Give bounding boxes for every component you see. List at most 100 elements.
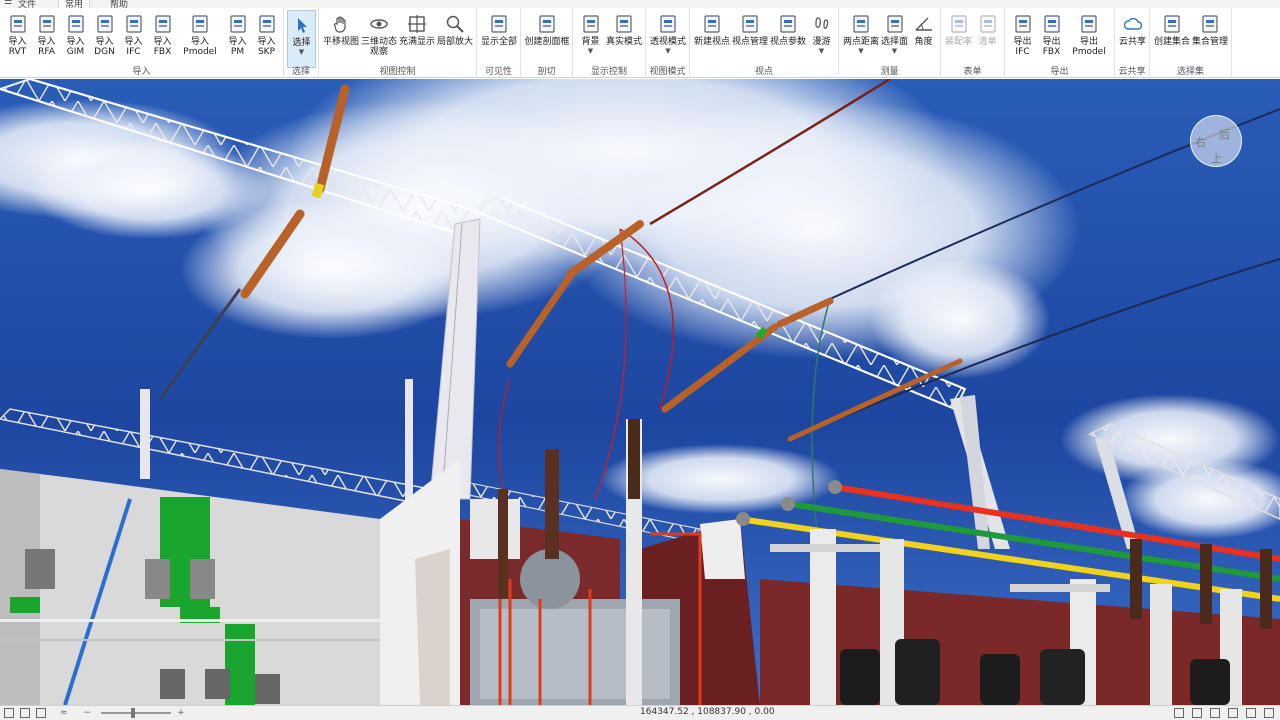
ribbon-button-label: 导入 RVT [8,37,27,57]
dropdown-caret-icon[interactable]: ▼ [299,48,304,56]
import-rfa-button[interactable]: 导入 RFA [32,10,61,68]
dropdown-caret-icon[interactable]: ▼ [665,47,670,55]
walk-icon [812,14,832,34]
3d-viewport[interactable]: 右 后 上 [0,79,1280,705]
create-set-icon [1162,14,1182,34]
walk-button[interactable]: 漫游 ▼ [807,10,836,68]
viewpoint-params-icon [778,14,798,34]
section-icon[interactable] [1246,708,1256,718]
measure-icon[interactable] [1210,708,1220,718]
show-all-icon [489,14,509,34]
list-icon [978,14,998,34]
fit-view-icon[interactable] [20,708,30,718]
ribbon-button-label: 透视模式 [649,37,686,47]
select-face-button[interactable]: 选择面 ▼ [880,10,909,68]
ribbon-group-12: 创建集合 集合管理 选择集 [1150,8,1232,78]
zoom-out-button[interactable]: − [84,708,92,718]
perspective-button[interactable]: 透视模式 ▼ [649,10,687,68]
ribbon-button-label: 选择面 [880,37,908,47]
view-cube-face-right[interactable]: 右 [1195,134,1206,150]
menu-file[interactable]: 文件 [18,0,36,8]
ribbon-group-label: 表单 [963,67,982,77]
ribbon-group-8: 两点距离 ▼ 选择面 ▼ 角度 测量 [839,8,941,78]
export-ifc-button[interactable]: 导出 IFC [1008,10,1037,68]
perspective-icon [658,14,678,34]
export-pmodel-button[interactable]: 导出 Pmodel [1066,10,1112,68]
zoom-in-button[interactable]: + [177,708,185,718]
zoom-extents-button[interactable]: 充满显示 [398,10,436,68]
show-all-button[interactable]: 显示全部 [480,10,518,68]
list-button: 清单 [973,10,1002,68]
ribbon-button-label: 视点管理 [731,37,768,47]
ribbon-button-label: 显示全部 [480,37,517,47]
dropdown-caret-icon[interactable]: ▼ [858,47,863,55]
grid-view-icon[interactable] [4,708,14,718]
section-box-icon [537,14,557,34]
ribbon-group-label: 导入 [132,67,151,77]
ribbon-group-1: 选择 ▼ 选择 [284,8,319,78]
ribbon-button-label: 导出 FBX [1042,37,1061,57]
new-viewpoint-button[interactable]: 新建视点 [693,10,731,68]
import-dgn-button[interactable]: 导入 DGN [90,10,119,68]
table-icon[interactable] [1228,708,1238,718]
pen-icon[interactable] [1192,708,1202,718]
collapse-icon[interactable]: ≈ [60,708,68,718]
viewpoint-params-button[interactable]: 视点参数 [769,10,807,68]
orbit-button[interactable]: 三维动态 观察 [360,10,398,68]
ribbon-button-label: 导入 IFC [124,37,143,57]
view-cube-face-back[interactable]: 后 [1219,126,1230,142]
realistic-mode-button[interactable]: 真实模式 [605,10,643,68]
ribbon-button-label: 导入 GIM [66,37,85,57]
window-view-icon[interactable] [36,708,46,718]
status-bar: ≈ − + 164347.52 , 108837.90 , 0.00 [0,705,1280,720]
measure-distance-button[interactable]: 两点距离 ▼ [842,10,880,68]
ribbon-button-label: 平移视图 [322,37,359,47]
ribbon-button-label: 云共享 [1118,37,1146,47]
angle-button[interactable]: 角度 [909,10,938,68]
menu-help[interactable]: 帮助 [110,0,128,8]
set-manage-button[interactable]: 集合管理 [1191,10,1229,68]
zoom-slider[interactable] [101,708,172,718]
dropdown-caret-icon[interactable]: ▼ [588,47,593,55]
ribbon-group-buttons: 平移视图 三维动态 观察 充满显示 局部放大 [322,10,474,68]
view-cube-face-top[interactable]: 上 [1211,150,1222,166]
viewpoint-manage-button[interactable]: 视点管理 [731,10,769,68]
ribbon-group-label: 可见性 [484,67,512,77]
import-gim-icon [66,14,86,34]
cloud-share-button[interactable]: 云共享 [1118,10,1147,68]
hand-button[interactable]: 平移视图 [322,10,360,68]
menu-common[interactable]: 常用 [58,0,91,8]
import-fbx-button[interactable]: 导入 FBX [148,10,177,68]
export-fbx-icon [1042,14,1062,34]
settings-icon[interactable] [1264,708,1274,718]
import-pmodel-icon [190,14,210,34]
section-box-button[interactable]: 创建剖面框 [524,10,570,68]
import-gim-button[interactable]: 导入 GIM [61,10,90,68]
ribbon-button-label: 集合管理 [1191,37,1228,47]
app-menu-icon[interactable]: ☰ [4,0,12,7]
import-rvt-button[interactable]: 导入 RVT [3,10,32,68]
ribbon-group-0: 导入 RVT 导入 RFA 导入 GIM 导入 DGN 导入 IFC 导入 FBX 导入 P… [0,8,284,78]
dropdown-caret-icon[interactable]: ▼ [892,47,897,55]
import-pmodel-button[interactable]: 导入 Pmodel [177,10,223,68]
view-cube[interactable]: 右 后 上 [1190,115,1242,167]
zoom-window-button[interactable]: 局部放大 [436,10,474,68]
coordinate-readout: 164347.52 , 108837.90 , 0.00 [640,707,775,717]
ribbon-button-label: 导入 SKP [257,37,276,57]
ribbon-button-label: 创建集合 [1153,37,1190,47]
import-skp-button[interactable]: 导入 SKP [252,10,281,68]
cursor-icon [292,15,312,35]
export-fbx-button[interactable]: 导出 FBX [1037,10,1066,68]
ribbon-group-label: 选择集 [1176,67,1204,77]
background-button[interactable]: 背景 ▼ [576,10,605,68]
ribbon-group-buttons: 创建集合 集合管理 [1153,10,1229,68]
dropdown-caret-icon[interactable]: ▼ [819,47,824,55]
angle-icon [914,14,934,34]
import-pm-button[interactable]: 导入 PM [223,10,252,68]
cursor-button[interactable]: 选择 ▼ [287,10,316,68]
ribbon-group-5: 背景 ▼ 真实模式 显示控制 [573,8,646,78]
import-ifc-button[interactable]: 导入 IFC [119,10,148,68]
import-rvt-icon [8,14,28,34]
create-set-button[interactable]: 创建集合 [1153,10,1191,68]
axis-icon[interactable] [1174,708,1184,718]
